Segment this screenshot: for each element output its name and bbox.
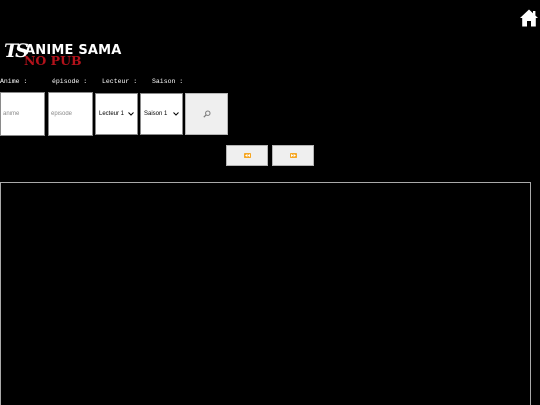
- home-icon: [520, 9, 538, 27]
- lecteur-label: Lecteur :: [102, 78, 138, 85]
- saison-label: Saison :: [152, 78, 184, 85]
- logo-mark: TS: [4, 40, 29, 62]
- anime-input[interactable]: [0, 92, 45, 136]
- home-button[interactable]: [519, 8, 539, 28]
- chevron-down-icon: [173, 112, 179, 116]
- search-button[interactable]: [185, 93, 228, 135]
- episode-label: épisode :: [52, 78, 88, 85]
- lecteur-select-value: Lecteur 1: [99, 111, 125, 117]
- saison-select-value: Saison 1: [144, 111, 168, 117]
- magnifier-icon: [202, 110, 211, 118]
- next-episode-button[interactable]: [272, 145, 314, 166]
- site-logo[interactable]: TS ANIME SAMA NO PUB: [4, 40, 121, 71]
- logo-subtitle: NO PUB: [24, 53, 82, 68]
- fast-forward-icon: [289, 153, 297, 158]
- video-player-frame[interactable]: [0, 182, 531, 405]
- saison-select[interactable]: Saison 1: [140, 93, 183, 135]
- anime-label: Anime :: [0, 78, 28, 85]
- previous-episode-button[interactable]: [226, 145, 268, 166]
- lecteur-select[interactable]: Lecteur 1: [95, 93, 138, 135]
- episode-input[interactable]: [48, 92, 93, 136]
- chevron-down-icon: [128, 112, 134, 116]
- rewind-icon: [243, 153, 251, 158]
